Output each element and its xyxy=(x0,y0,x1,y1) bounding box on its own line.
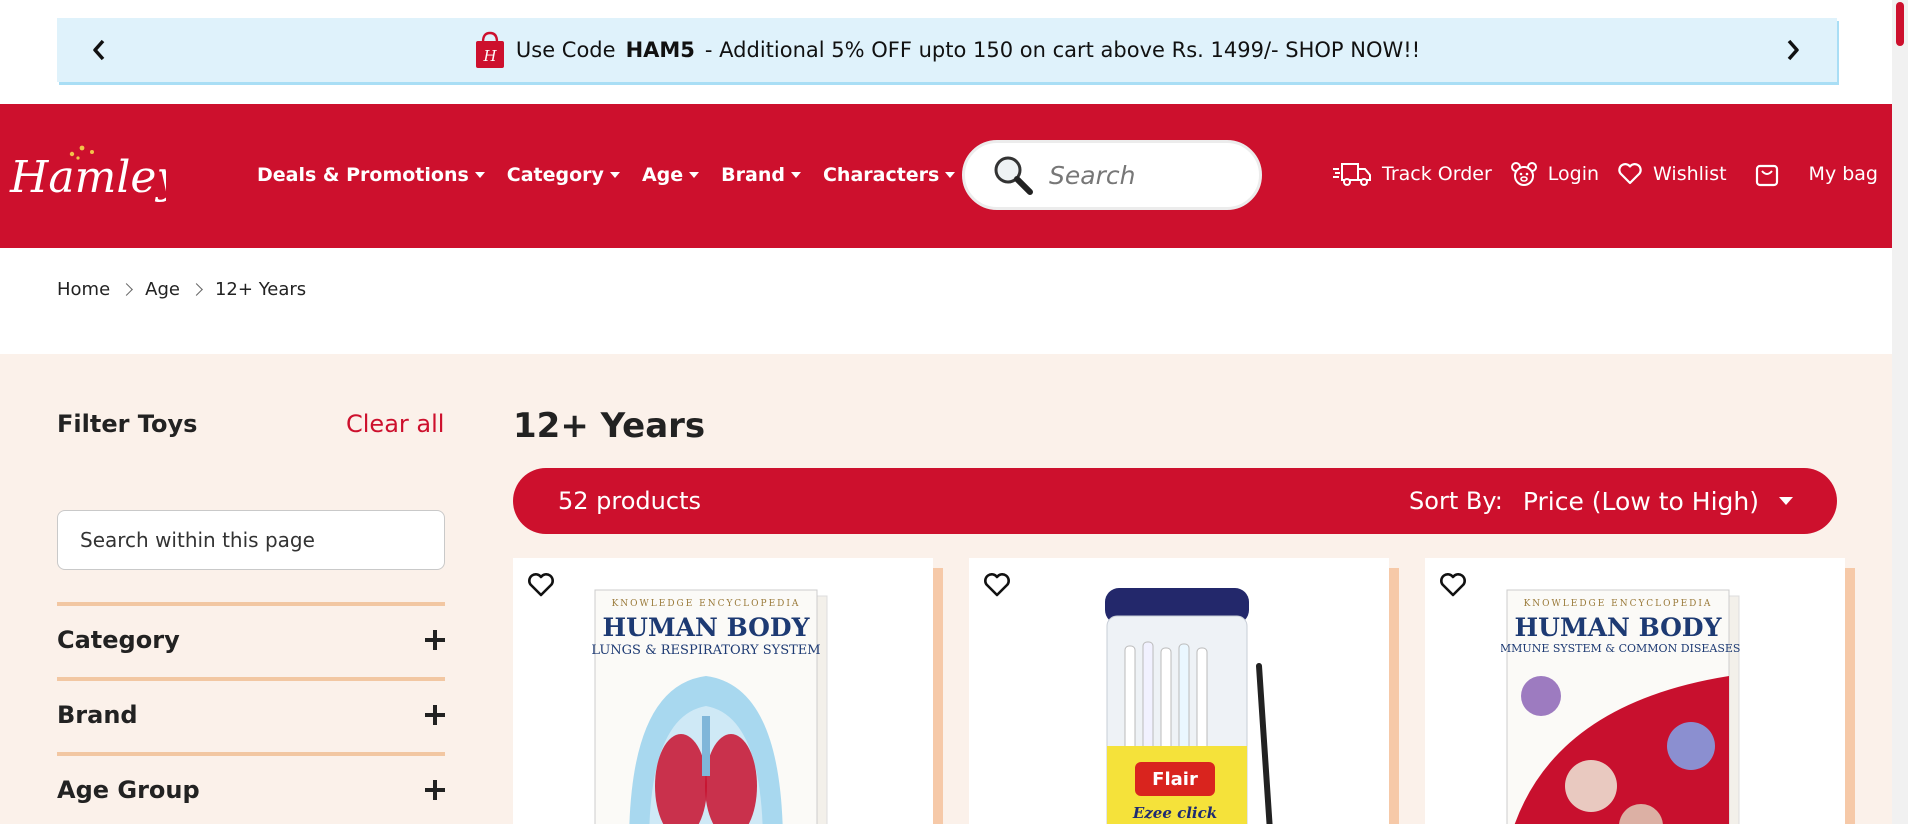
truck-icon xyxy=(1333,163,1372,186)
svg-text:HUMAN BODY: HUMAN BODY xyxy=(1515,613,1723,642)
promo-code: HAM5 xyxy=(625,38,695,62)
my-bag-link[interactable]: My bag xyxy=(1755,161,1878,187)
caret-down-icon xyxy=(1779,497,1793,505)
page: H Use Code HAM5 - Additional 5% OFF upto… xyxy=(0,0,1908,824)
wishlist-label: Wishlist xyxy=(1653,163,1727,185)
promo-strip: H Use Code HAM5 - Additional 5% OFF upto… xyxy=(0,0,1892,104)
clear-all-button[interactable]: Clear all xyxy=(346,410,444,438)
wishlist-heart-icon[interactable] xyxy=(527,572,555,598)
product-image[interactable]: Flair Ezee click xyxy=(1045,586,1293,824)
breadcrumb: Home Age 12+ Years xyxy=(57,279,306,300)
nav-age[interactable]: Age xyxy=(641,164,700,186)
nav-label: Brand xyxy=(721,164,785,186)
caret-down-icon xyxy=(689,172,700,178)
svg-text:KNOWLEDGE ENCYCLOPEDIA: KNOWLEDGE ENCYCLOPEDIA xyxy=(612,599,801,609)
nav-brand[interactable]: Brand xyxy=(721,164,801,186)
search-icon xyxy=(994,156,1033,195)
chevron-right-icon xyxy=(120,283,134,296)
search-within-placeholder: Search within this page xyxy=(80,528,315,552)
svg-text:LUNGS & RESPIRATORY SYSTEM: LUNGS & RESPIRATORY SYSTEM xyxy=(591,643,820,658)
sort-bar: 52 products Sort By: Price (Low to High) xyxy=(513,468,1837,534)
nav-label: Characters xyxy=(822,164,940,186)
scrollbar-thumb[interactable] xyxy=(1896,2,1904,46)
chevron-right-icon xyxy=(190,283,203,296)
search-input[interactable]: Search xyxy=(962,140,1262,210)
nav-label: Age xyxy=(641,164,684,186)
facet-brand[interactable]: Brand xyxy=(57,677,445,749)
login-label: Login xyxy=(1547,163,1600,185)
plus-icon xyxy=(425,780,445,800)
facet-age-group[interactable]: Age Group xyxy=(57,752,445,824)
facet-label: Brand xyxy=(57,701,138,729)
svg-text:KNOWLEDGE ENCYCLOPEDIA: KNOWLEDGE ENCYCLOPEDIA xyxy=(1524,599,1713,609)
svg-text:H: H xyxy=(482,47,497,65)
sort-dropdown[interactable]: Sort By: Price (Low to High) xyxy=(1409,487,1793,516)
breadcrumb-home[interactable]: Home xyxy=(57,279,110,300)
bag-label: My bag xyxy=(1808,163,1878,185)
page-title: 12+ Years xyxy=(513,406,706,446)
plus-icon xyxy=(425,630,445,650)
header-actions: Track Order Login Wishlist My bag xyxy=(1332,160,1878,188)
product-card[interactable]: KNOWLEDGE ENCYCLOPEDIA HUMAN BODY IMMUNE… xyxy=(1425,558,1855,824)
scrollbar[interactable] xyxy=(1892,0,1908,824)
next-arrow-icon[interactable] xyxy=(1777,34,1809,66)
caret-down-icon xyxy=(790,172,801,178)
search-placeholder: Search xyxy=(1049,160,1136,190)
nav-label: Deals & Promotions xyxy=(257,164,469,186)
promo-prefix: Use Code xyxy=(515,38,616,62)
sort-label: Sort By: xyxy=(1409,487,1503,515)
promo-suffix: - Additional 5% OFF upto 150 on cart abo… xyxy=(704,38,1421,62)
shopping-bag-icon: H xyxy=(475,31,504,68)
product-count: 52 products xyxy=(558,487,701,515)
filter-title: Filter Toys xyxy=(57,410,198,438)
login-link[interactable]: Login xyxy=(1510,161,1599,187)
wishlist-link[interactable]: Wishlist xyxy=(1617,162,1727,186)
site-header: Hamleys Deals & Promotions Category Age … xyxy=(0,104,1892,248)
product-card[interactable]: KNOWLEDGE ENCYCLOPEDIA HUMAN BODY LUNGS … xyxy=(513,558,943,824)
facet-category[interactable]: Category xyxy=(57,602,445,674)
product-image[interactable]: KNOWLEDGE ENCYCLOPEDIA HUMAN BODY LUNGS … xyxy=(589,586,837,824)
track-order-link[interactable]: Track Order xyxy=(1332,160,1492,188)
svg-text:Ezee click: Ezee click xyxy=(1132,804,1217,822)
breadcrumb-current: 12+ Years xyxy=(214,279,307,300)
listing-content: Filter Toys Clear all Search within this… xyxy=(0,354,1892,824)
bag-icon xyxy=(1755,164,1778,187)
search-within-page-input[interactable]: Search within this page xyxy=(57,510,445,570)
plus-icon xyxy=(425,705,445,725)
caret-down-icon xyxy=(945,172,956,178)
svg-text:HUMAN BODY: HUMAN BODY xyxy=(603,613,811,642)
teddy-bear-icon xyxy=(1510,162,1537,186)
promo-banner[interactable]: H Use Code HAM5 - Additional 5% OFF upto… xyxy=(57,18,1837,82)
nav-category[interactable]: Category xyxy=(507,164,620,186)
breadcrumb-age[interactable]: Age xyxy=(145,279,180,300)
caret-down-icon xyxy=(609,172,620,178)
product-card[interactable]: Flair Ezee click xyxy=(969,558,1399,824)
svg-text:Flair: Flair xyxy=(1152,769,1198,790)
nav-deals-promotions[interactable]: Deals & Promotions xyxy=(257,164,485,186)
track-order-label: Track Order xyxy=(1382,163,1492,185)
facet-label: Category xyxy=(57,626,180,654)
nav-label: Category xyxy=(506,164,604,186)
promo-text: H Use Code HAM5 - Additional 5% OFF upto… xyxy=(474,31,1420,69)
wishlist-heart-icon[interactable] xyxy=(1439,572,1467,598)
svg-text:IMMUNE SYSTEM & COMMON DISEASE: IMMUNE SYSTEM & COMMON DISEASES xyxy=(1501,642,1740,655)
svg-text:Hamleys: Hamleys xyxy=(9,152,166,203)
product-image[interactable]: KNOWLEDGE ENCYCLOPEDIA HUMAN BODY IMMUNE… xyxy=(1501,586,1749,824)
heart-icon xyxy=(1618,163,1642,185)
nav-characters[interactable]: Characters xyxy=(822,164,956,186)
wishlist-heart-icon[interactable] xyxy=(983,572,1011,598)
caret-down-icon xyxy=(474,172,485,178)
facet-label: Age Group xyxy=(57,776,200,804)
sort-value: Price (Low to High) xyxy=(1522,486,1759,516)
hamleys-logo[interactable]: Hamleys xyxy=(6,128,166,218)
prev-arrow-icon[interactable] xyxy=(83,34,115,66)
main-nav: Deals & Promotions Category Age Brand Ch… xyxy=(257,164,956,186)
